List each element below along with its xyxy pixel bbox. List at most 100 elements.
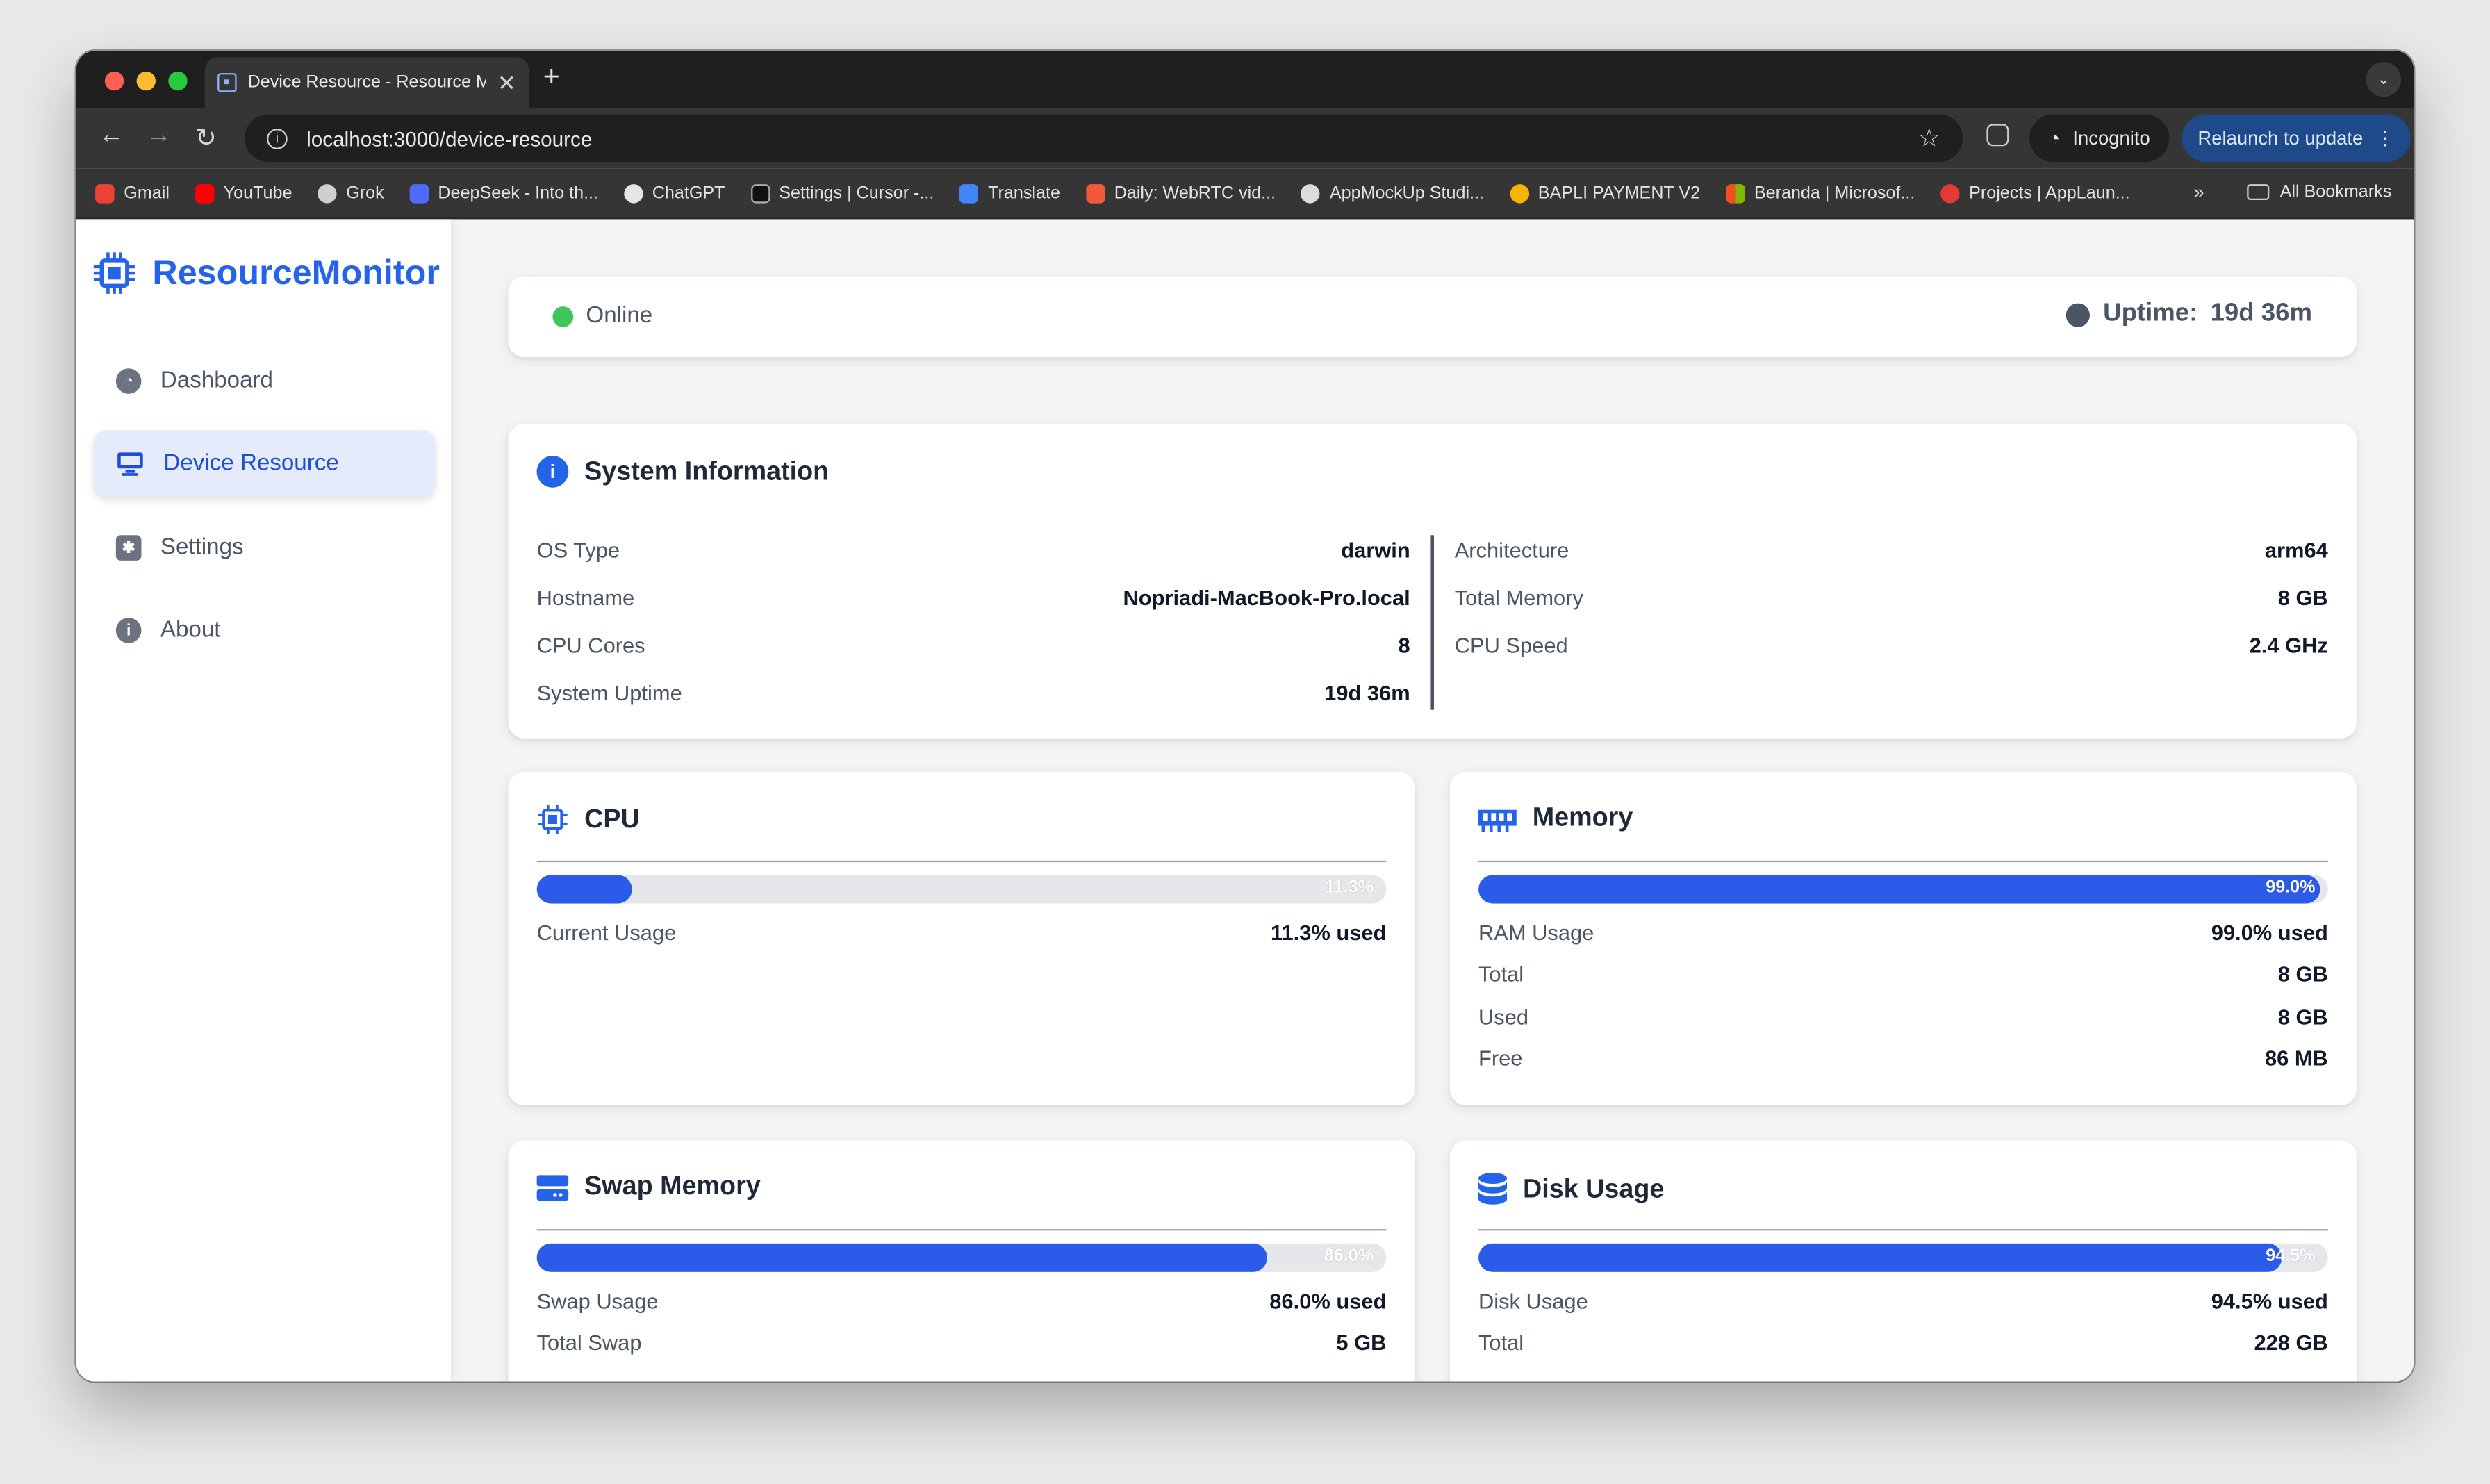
address-bar[interactable]: i localhost:3000/device-resource ☆ (244, 114, 1963, 163)
info-row: System Uptime 19d 36m (537, 668, 1410, 716)
card-title: Swap Memory (584, 1171, 761, 1201)
bookmark-star-icon[interactable]: ☆ (1918, 122, 1940, 154)
site-info-icon[interactable]: i (266, 127, 288, 149)
bapli-icon (1509, 183, 1529, 203)
info-value: darwin (1341, 537, 1410, 561)
incognito-icon: ◔ (2048, 126, 2061, 149)
swap-progress-bar: 86.0% (536, 1243, 1387, 1272)
back-arrow-icon[interactable]: ← (99, 122, 124, 151)
bookmark-appmockup[interactable]: AppMockUp Studi... (1301, 183, 1484, 203)
progress-label: 99.0% (2266, 877, 2316, 898)
maximize-window-button[interactable] (168, 71, 188, 91)
cpu-card: CPU 11.3% Current Usage 11.3% used (508, 771, 1415, 1105)
close-window-button[interactable] (104, 71, 124, 91)
tab-search-button[interactable]: ⌄ (2366, 62, 2401, 97)
system-info-left: OS Type darwin Hostname Nopriadi-MacBook-P… (537, 526, 1410, 716)
extensions-icon[interactable] (1986, 124, 2009, 147)
stat-row: Swap Usage 86.0% used (537, 1280, 1387, 1322)
all-bookmarks-button[interactable]: All Bookmarks (2246, 183, 2391, 201)
brand-name: ResourceMonitor (152, 252, 440, 292)
tab-close-icon[interactable]: ✕ (497, 69, 516, 96)
relaunch-label: Relaunch to update (2198, 126, 2364, 149)
card-title: System Information (584, 456, 830, 486)
sidebar-item-device-resource[interactable]: Device Resource (93, 430, 436, 497)
info-label: Architecture (1454, 537, 1569, 561)
youtube-icon (195, 183, 214, 203)
bookmark-deepseek[interactable]: DeepSeek - Into th... (409, 183, 599, 203)
bookmark-label: Beranda | Microsof... (1754, 183, 1915, 203)
disk-stats: Disk Usage 94.5% used Total 228 GB (1478, 1280, 2328, 1364)
card-header: Swap Memory (536, 1171, 761, 1202)
card-header: Memory (1478, 804, 1633, 834)
sidebar-item-about[interactable]: i About (94, 597, 435, 663)
bookmark-label: Daily: WebRTC vid... (1114, 183, 1276, 203)
memory-card: Memory 99.0% RAM Usage 99.0% used Total 8 … (1449, 771, 2357, 1105)
kebab-menu-icon[interactable]: ⋮ (2376, 127, 2395, 149)
browser-tab[interactable]: Device Resource - Resource Monitor ✕ (204, 57, 529, 108)
cpu-stats: Current Usage 11.3% used (537, 912, 1387, 954)
sidebar-item-label: Device Resource (163, 451, 339, 477)
card-header: Disk Usage (1478, 1172, 1664, 1207)
card-divider (536, 860, 1387, 863)
sidebar-item-dashboard[interactable]: ◔ Dashboard (94, 348, 435, 415)
bookmark-bapli[interactable]: BAPLI PAYMENT V2 (1509, 183, 1700, 203)
bookmark-youtube[interactable]: YouTube (195, 183, 292, 203)
incognito-indicator[interactable]: ◔ Incognito (2029, 114, 2170, 163)
uptime-label: Uptime: (2103, 299, 2198, 327)
stat-value: 8 GB (2277, 962, 2328, 987)
forward-arrow-icon[interactable]: → (146, 122, 172, 151)
bookmark-label: DeepSeek - Into th... (438, 183, 599, 203)
chip-icon (538, 805, 568, 834)
bookmark-applaunch[interactable]: Projects | AppLaun... (1940, 183, 2130, 203)
card-divider (1478, 860, 2328, 863)
deepseek-icon (409, 183, 429, 203)
stat-label: Swap Usage (536, 1289, 659, 1313)
bookmark-chatgpt[interactable]: ChatGPT (623, 183, 725, 203)
brand-logo[interactable]: ResourceMonitor (92, 251, 440, 295)
stat-label: Total (1478, 962, 1524, 987)
info-value: 8 GB (2277, 585, 2328, 609)
bookmark-microsoft[interactable]: Beranda | Microsof... (1725, 183, 1915, 203)
info-label: CPU Cores (536, 632, 645, 657)
bookmark-daily-webrtc[interactable]: Daily: WebRTC vid... (1085, 183, 1276, 203)
stat-value: 86.0% used (1269, 1289, 1387, 1313)
bookmark-gmail[interactable]: Gmail (95, 183, 170, 203)
minimize-window-button[interactable] (136, 71, 156, 91)
info-label: OS Type (536, 537, 620, 561)
stat-row: Disk Usage 94.5% used (1478, 1280, 2328, 1322)
card-title: Memory (1532, 803, 1633, 832)
info-row: Architecture arm64 (1455, 526, 2328, 574)
bookmark-label: Projects | AppLaun... (1969, 183, 2130, 203)
bookmark-translate[interactable]: Translate (959, 183, 1060, 203)
applaunch-icon (1940, 183, 1960, 203)
card-divider (536, 1229, 1387, 1231)
app-root: ResourceMonitor ◔ Dashboard Device Resou… (76, 219, 2414, 1382)
card-title: CPU (584, 804, 640, 833)
bookmarks-overflow-button[interactable]: » (2193, 181, 2204, 204)
stat-value: 99.0% used (2211, 921, 2328, 945)
status-text: Online (586, 303, 653, 329)
gmail-icon (95, 183, 115, 203)
memory-stick-icon (1478, 809, 1517, 832)
translate-icon (959, 183, 979, 203)
stat-label: Free (1478, 1046, 1523, 1071)
reload-icon[interactable]: ↻ (195, 122, 217, 154)
info-row: Hostname Nopriadi-MacBook-Pro.local (537, 573, 1410, 621)
sidebar-item-settings[interactable]: ✱ Settings (94, 515, 435, 582)
sidebar-item-label: Settings (160, 535, 244, 561)
stat-value: 94.5% used (2211, 1289, 2328, 1313)
stat-label: Used (1478, 1005, 1529, 1029)
bookmark-grok[interactable]: Grok (318, 183, 384, 203)
relaunch-button[interactable]: Relaunch to update ⋮ (2182, 114, 2411, 163)
progress-fill (1478, 875, 2320, 904)
progress-fill (536, 875, 633, 904)
uptime-value: 19d 36m (2210, 299, 2312, 327)
system-info-card: i System Information OS Type darwin Hostn… (508, 424, 2357, 739)
info-circle-icon: i (536, 455, 569, 488)
browser-toolbar: ← → ↻ i localhost:3000/device-resource ☆… (76, 108, 2414, 169)
card-title: Disk Usage (1522, 1174, 1665, 1203)
bookmark-label: Gmail (124, 183, 170, 203)
new-tab-button[interactable]: + (543, 60, 560, 94)
info-row: CPU Cores 8 (537, 621, 1410, 669)
bookmark-cursor-settings[interactable]: Settings | Cursor -... (750, 183, 934, 203)
